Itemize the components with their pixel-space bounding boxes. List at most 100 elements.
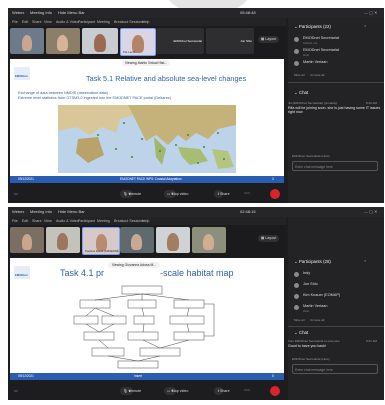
share-screen-icon[interactable]: ▭ <box>14 382 18 400</box>
participant-row[interactable]: Jun Shio <box>291 282 381 291</box>
menu-meeting[interactable]: Meeting <box>97 217 110 225</box>
unmute-button[interactable]: 🎙 Unmute ▾ <box>120 387 141 395</box>
stop-video-button[interactable]: ▭ Stop video ▾ <box>164 387 188 395</box>
video-thumbnail[interactable] <box>10 28 44 54</box>
avatar <box>294 283 299 288</box>
chat-sender: Jia (EMODnet Secretariat) (privately) <box>288 101 338 105</box>
menu-meeting[interactable]: Meeting <box>97 18 110 26</box>
video-thumbnail-off[interactable]: Jun Shio <box>206 28 254 54</box>
unmute-button[interactable]: 🎙 Unmute ▾ <box>120 190 141 198</box>
unmute-all-button[interactable]: Unmute all <box>310 318 324 322</box>
avatar <box>294 37 299 42</box>
participant-row[interactable]: Martin Verlaan Host <box>291 304 381 313</box>
menu-help[interactable]: Help <box>142 217 149 225</box>
slide-title-right: -scale habitat map <box>160 268 234 278</box>
menu-view[interactable]: View <box>44 18 52 26</box>
slide-title: Task 5.1 Relative and absolute sea-level… <box>86 74 247 83</box>
participants-header[interactable]: ⌄ Participants (22) <box>294 24 331 30</box>
avatar <box>294 49 299 54</box>
mute-all-button[interactable]: Mute all <box>294 318 305 322</box>
sea-level-map <box>58 105 236 173</box>
avatar <box>294 61 299 66</box>
video-thumbnail[interactable] <box>10 227 44 253</box>
close-panel-icon[interactable]: ✕ <box>364 24 367 28</box>
video-thumbnail[interactable] <box>120 227 154 253</box>
chat-recipient[interactable]: EMODnet Secretariat (Host) <box>292 154 330 158</box>
participant-video <box>131 234 142 250</box>
window-controls-icon[interactable]: — ▢ ✕ <box>364 8 377 18</box>
menu-breakout[interactable]: Breakout Sessions <box>114 217 144 225</box>
panel-divider <box>288 82 384 83</box>
more-options-icon[interactable]: ⋯ <box>244 382 250 400</box>
menu-view[interactable]: View <box>44 217 52 225</box>
menu-file[interactable]: File <box>12 18 18 26</box>
chat-input[interactable]: Enter chat message here <box>292 364 378 374</box>
slide-title-left: Task 4.1 pr <box>60 268 105 278</box>
participant-video <box>22 234 32 250</box>
video-thumbnail-off[interactable]: EMODnet Secretariat <box>156 28 204 54</box>
more-options-icon[interactable]: ⋯ <box>244 185 250 203</box>
chat-time: 9:31 AM <box>366 339 378 343</box>
slide-footer: 09/12/2021 EMODNET PACE WP5: Coastal Ada… <box>10 176 284 183</box>
chat-recipient[interactable]: EMODnet Secretariat (Host) <box>292 357 330 361</box>
avatar <box>294 305 299 310</box>
share-screen-icon[interactable]: ▭ <box>14 185 18 203</box>
video-thumbnail-active[interactable]: Pia Lecci <box>120 28 156 56</box>
menu-help[interactable]: Help <box>142 18 149 26</box>
menu-share[interactable]: Share <box>32 18 42 26</box>
video-thumbnail-strip: Pia Lecci EMODnet Secretariat Jun Shio ▦… <box>8 26 286 58</box>
participant-video <box>22 35 32 51</box>
video-thumbnail[interactable] <box>156 227 190 253</box>
close-panel-icon[interactable]: ✕ <box>364 259 367 263</box>
menu-file[interactable]: File <box>12 217 18 225</box>
emodnet-logo: EMODnet <box>14 266 30 279</box>
share-button[interactable]: ⇪ Share <box>214 190 230 198</box>
chat-input[interactable]: Enter chat message here <box>292 161 378 171</box>
menu-edit[interactable]: Edit <box>22 217 28 225</box>
participant-video <box>57 233 68 250</box>
hide-menu-bar-link[interactable]: Hide Menu Bar <box>58 8 85 18</box>
chat-time: 8:46 AM <box>366 101 378 105</box>
mute-all-button[interactable]: Mute all <box>294 73 305 77</box>
share-button[interactable]: ⇪ Share <box>214 387 230 395</box>
window-controls-icon[interactable]: — ▢ ✕ <box>364 207 377 217</box>
side-panel: ⌄ Participants (28) ✕ Indy Jun Shio Kim … <box>288 217 384 400</box>
layout-button[interactable]: ▦ Layout <box>258 235 280 242</box>
video-thumbnail-active[interactable]: Paolina Maria (MIDEDIM) <box>82 227 120 255</box>
participant-video <box>94 34 106 52</box>
participant-row[interactable]: EMODnet Secretariat Cohost, me <box>291 36 381 45</box>
meeting-info-link[interactable]: Meeting Info <box>30 207 52 217</box>
video-thumbnail[interactable] <box>46 227 80 253</box>
participants-header[interactable]: ⌄ Participants (28) <box>294 259 331 265</box>
menu-audio-video[interactable]: Audio & Video <box>56 217 79 225</box>
leave-meeting-button[interactable] <box>270 189 280 199</box>
menu-breakout[interactable]: Breakout Sessions <box>114 18 144 26</box>
clock: 02:48:15 <box>240 209 256 214</box>
video-thumbnail[interactable] <box>192 227 226 253</box>
unmute-all-button[interactable]: Unmute all <box>310 73 324 77</box>
chat-header[interactable]: ⌄ Chat <box>294 330 308 336</box>
participant-row[interactable]: Martin Verlaan <box>291 60 381 69</box>
menu-edit[interactable]: Edit <box>22 18 28 26</box>
layout-button[interactable]: ▦ Layout <box>258 36 280 43</box>
leave-meeting-button[interactable] <box>270 386 280 396</box>
menu-share[interactable]: Share <box>32 217 42 225</box>
stop-video-button[interactable]: ▭ Stop video ▾ <box>164 190 188 198</box>
chat-header[interactable]: ⌄ Chat <box>294 90 308 96</box>
video-thumbnail[interactable] <box>46 28 80 54</box>
video-thumbnail[interactable] <box>82 28 118 54</box>
menu-participant[interactable]: Participant <box>78 18 95 26</box>
chat-message: Rita will be joining soon. she is just h… <box>288 106 381 115</box>
participant-video <box>203 234 214 250</box>
participant-row[interactable]: Kim Knauer (EOMAP) <box>291 293 381 302</box>
participant-row[interactable]: Indy <box>291 271 381 280</box>
menu-bar: File Edit Share View Audio & Video Parti… <box>8 18 286 26</box>
slide-bullets: Exchange of data between NMDIS (observat… <box>18 91 171 100</box>
menu-participant[interactable]: Participant <box>78 217 95 225</box>
menu-audio-video[interactable]: Audio & Video <box>56 18 79 26</box>
hide-menu-bar-link[interactable]: Hide Menu Bar <box>58 207 85 217</box>
shared-slide: EMODnet Task 4.1 pr -scale habitat map V… <box>10 258 284 380</box>
clock: 05:48:48 <box>240 10 256 15</box>
meeting-info-link[interactable]: Meeting Info <box>30 8 52 18</box>
participant-row[interactable]: EMODnet Secretariat Host <box>291 48 381 57</box>
